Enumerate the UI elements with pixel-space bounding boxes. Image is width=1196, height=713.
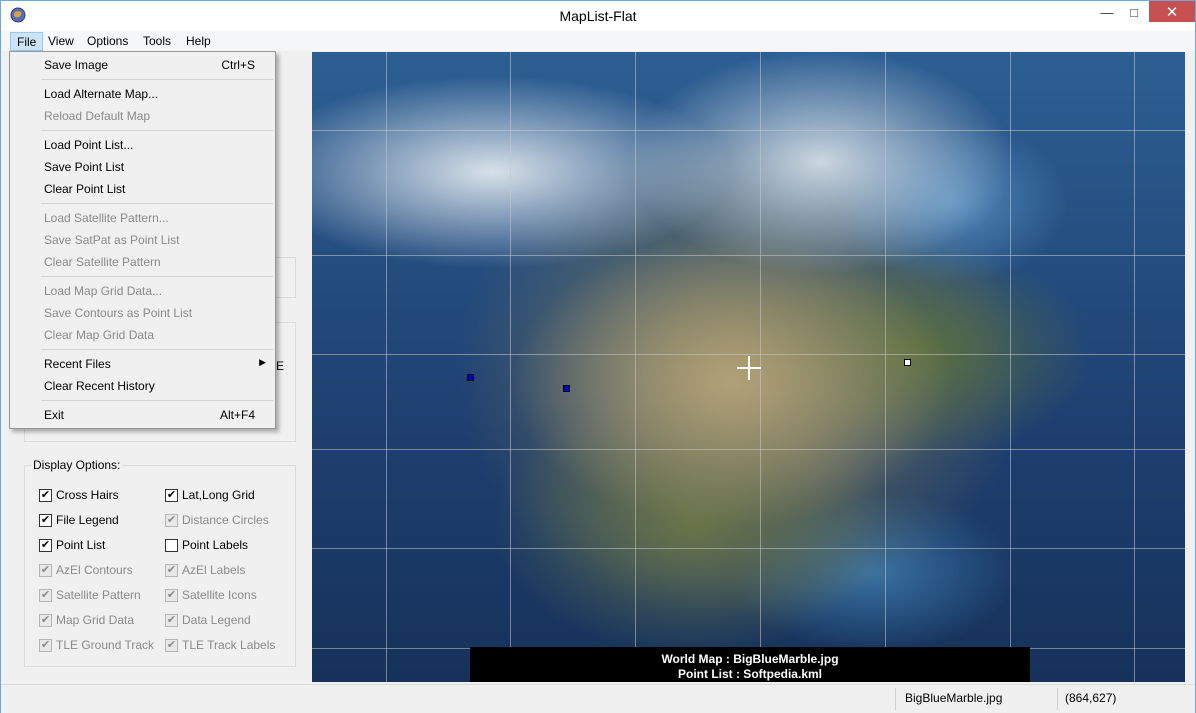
option-distance-circles: ✔ Distance Circles — [165, 513, 269, 527]
menu-load-map-grid: Load Map Grid Data... — [44, 284, 163, 298]
close-button[interactable]: ✕ — [1149, 1, 1195, 22]
option-azel-contours: ✔ AzEl Contours — [39, 563, 133, 577]
status-file-name: BigBlueMarble.jpg — [905, 691, 1003, 705]
grid-line-horizontal — [312, 255, 1185, 256]
menu-separator — [41, 79, 273, 80]
option-data-legend: ✔ Data Legend — [165, 613, 251, 627]
option-tle-ground-track: ✔ TLE Ground Track — [39, 638, 155, 652]
app-window: MapList-Flat — □ ✕ File View Options Too… — [0, 0, 1196, 713]
menu-separator — [41, 349, 273, 350]
checkbox-disabled-checked: ✔ — [39, 563, 52, 577]
partial-label: E — [276, 359, 285, 373]
legend-point-list-line: Point List : Softpedia.kml — [677, 667, 822, 681]
window-title: MapList-Flat — [559, 8, 637, 24]
checkbox-disabled-checked: ✔ — [39, 588, 52, 602]
submenu-arrow-icon: ▶ — [259, 357, 266, 367]
checkbox-disabled-checked: ✔ — [165, 513, 178, 527]
menu-clear-recent-history[interactable]: Clear Recent History — [10, 375, 275, 397]
menu-save-point-list[interactable]: Save Point List — [10, 156, 275, 178]
menu-bar: File View Options Tools Help — [1, 31, 1195, 51]
menu-separator — [41, 276, 273, 277]
grid-line-horizontal — [312, 449, 1185, 450]
grid-line-vertical — [510, 52, 511, 682]
menu-separator — [41, 203, 273, 204]
menu-tools[interactable]: Tools — [137, 32, 177, 51]
menu-clear-satellite-pattern: Clear Satellite Pattern — [44, 255, 161, 269]
option-lat-long-grid[interactable]: ✔ Lat,Long Grid — [165, 487, 255, 503]
status-separator — [1057, 688, 1058, 710]
crosshair-icon — [748, 356, 750, 380]
file-menu-dropdown: Save Image Ctrl+S Load Alternate Map... … — [9, 51, 276, 429]
checkbox-disabled-checked: ✔ — [165, 588, 178, 602]
display-options-title: Display Options: — [31, 458, 123, 472]
checkbox-disabled-checked: ✔ — [39, 638, 52, 652]
option-tle-track-labels: ✔ TLE Track Labels — [165, 638, 276, 652]
checkbox-checked[interactable]: ✔ — [39, 513, 52, 527]
checkbox-checked[interactable]: ✔ — [165, 488, 178, 502]
option-cross-hairs[interactable]: ✔ Cross Hairs — [39, 487, 119, 503]
menu-options[interactable]: Options — [81, 32, 134, 51]
menu-file[interactable]: File — [10, 32, 44, 51]
option-map-grid-data: ✔ Map Grid Data — [39, 613, 135, 627]
minimize-button[interactable]: — — [1093, 1, 1121, 23]
menu-load-satellite-pattern: Load Satellite Pattern... — [44, 211, 169, 225]
option-satellite-icons: ✔ Satellite Icons — [165, 588, 257, 602]
option-point-list[interactable]: ✔ Point List — [39, 537, 105, 553]
checkbox-disabled-checked: ✔ — [165, 638, 178, 652]
option-point-labels[interactable]: Point Labels — [165, 537, 248, 553]
menu-save-image[interactable]: Save Image Ctrl+S — [10, 54, 275, 76]
map-point-marker[interactable] — [563, 385, 570, 392]
map-point-marker[interactable] — [904, 359, 911, 366]
menu-help[interactable]: Help — [180, 32, 217, 51]
grid-line-horizontal — [312, 548, 1185, 549]
maximize-button[interactable]: □ — [1120, 1, 1148, 23]
menu-clear-map-grid: Clear Map Grid Data — [44, 328, 155, 342]
option-file-legend[interactable]: ✔ File Legend — [39, 512, 119, 528]
menu-clear-point-list[interactable]: Clear Point List — [10, 178, 275, 200]
grid-line-vertical — [386, 52, 387, 682]
checkbox-disabled-checked: ✔ — [165, 613, 178, 627]
menu-view[interactable]: View — [42, 32, 80, 51]
legend-map-line: World Map : BigBlueMarble.jpg — [661, 652, 839, 666]
option-azel-labels: ✔ AzEl Labels — [165, 563, 246, 577]
status-coordinates: (864,627) — [1065, 691, 1117, 705]
checkbox-unchecked[interactable] — [165, 538, 178, 552]
checkbox-disabled-checked: ✔ — [39, 613, 52, 627]
menu-exit[interactable]: Exit Alt+F4 — [10, 404, 275, 426]
menu-reload-default-map: Reload Default Map — [44, 109, 151, 123]
status-separator — [895, 688, 896, 710]
menu-save-satpat: Save SatPat as Point List — [44, 233, 180, 247]
menu-recent-files[interactable]: Recent Files ▶ — [10, 353, 275, 375]
file-legend: World Map : BigBlueMarble.jpg Point List… — [470, 647, 1030, 682]
grid-line-vertical — [1134, 52, 1135, 682]
checkbox-checked[interactable]: ✔ — [39, 488, 52, 502]
grid-line-vertical — [1010, 52, 1011, 682]
grid-line-vertical — [635, 52, 636, 682]
grid-line-horizontal — [312, 130, 1185, 131]
menu-save-contours: Save Contours as Point List — [44, 306, 193, 320]
checkbox-checked[interactable]: ✔ — [39, 538, 52, 552]
checkbox-disabled-checked: ✔ — [165, 563, 178, 577]
menu-load-alternate-map[interactable]: Load Alternate Map... — [10, 83, 275, 105]
menu-separator — [41, 400, 273, 401]
map-point-marker[interactable] — [467, 374, 474, 381]
status-bar: BigBlueMarble.jpg (864,627) — [1, 684, 1195, 713]
grid-line-horizontal — [312, 354, 1185, 355]
grid-line-vertical — [885, 52, 886, 682]
option-satellite-pattern: ✔ Satellite Pattern — [39, 588, 141, 602]
title-bar: MapList-Flat — □ ✕ — [1, 1, 1195, 31]
menu-load-point-list[interactable]: Load Point List... — [10, 134, 275, 156]
menu-separator — [41, 130, 273, 131]
map-view[interactable]: World Map : BigBlueMarble.jpg Point List… — [312, 52, 1185, 682]
